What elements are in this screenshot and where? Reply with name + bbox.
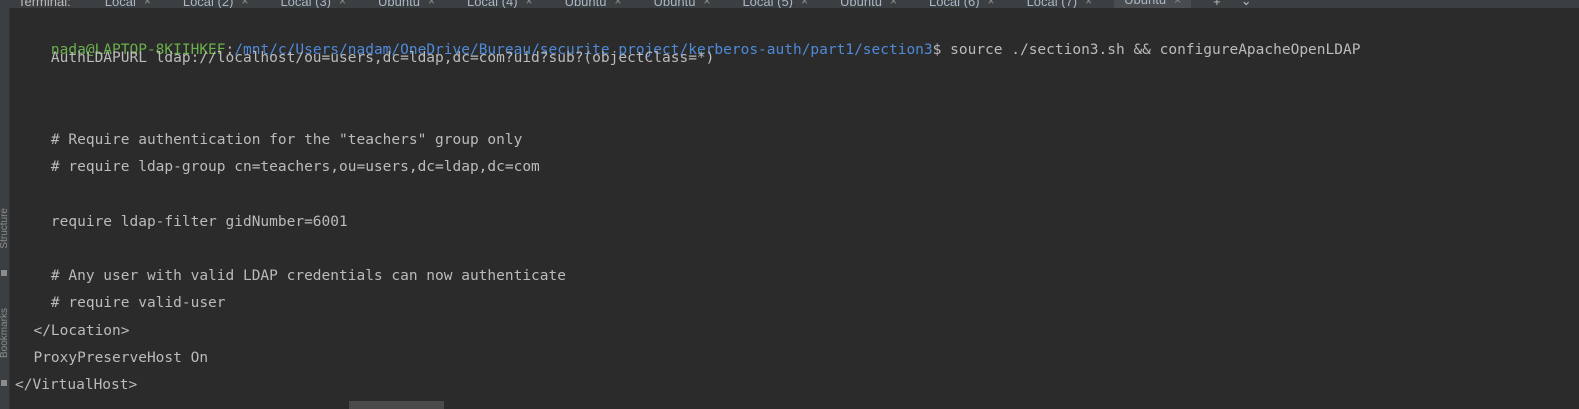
terminal-tool-title: Terminal:: [18, 0, 71, 8]
bookmarks-icon[interactable]: [1, 380, 7, 386]
terminal-output[interactable]: nada@LAPTOP-8KIIHKEF:/mnt/c/Users/nadam/…: [10, 8, 1579, 401]
terminal-tab[interactable]: Ubuntu ×: [368, 0, 445, 8]
tab-label: Ubuntu: [564, 0, 607, 8]
output-line: </VirtualHost>: [15, 377, 138, 393]
close-tab-icon[interactable]: ×: [241, 0, 248, 8]
tab-label: Local: [104, 0, 136, 8]
tab-label: Local (3): [280, 0, 332, 8]
scrollbar-thumb[interactable]: [349, 401, 444, 409]
terminal-tab[interactable]: Ubuntu ×: [644, 0, 721, 8]
tab-label: Local (7): [1026, 0, 1078, 8]
close-tab-icon[interactable]: ×: [339, 0, 346, 8]
output-line: AuthLDAPURL ldap://localhost/ou=users,dc…: [16, 50, 715, 66]
tab-label: Local (5): [742, 0, 794, 8]
tab-label: Local (4): [466, 0, 518, 8]
close-tab-icon[interactable]: ×: [988, 0, 995, 8]
output-line: require ldap-filter gidNumber=6001: [16, 214, 348, 230]
tab-label: Ubuntu: [378, 0, 420, 8]
terminal-tab[interactable]: Ubuntu ×: [555, 0, 632, 8]
structure-tool-button[interactable]: Structure: [0, 208, 10, 249]
prompt-command: source ./section3.sh && configureApacheO…: [950, 42, 1361, 58]
output-line: ProxyPreserveHost On: [16, 350, 209, 366]
bookmarks-tool-button[interactable]: Bookmarks: [0, 308, 10, 358]
prompt-dollar: $: [932, 42, 951, 58]
terminal-tab[interactable]: Ubuntu ×: [830, 0, 907, 8]
terminal-tab[interactable]: Local (4) ×: [457, 0, 543, 8]
terminal-tab-bar: Terminal: Local × Local (2) × Local (3) × Ubun…: [0, 0, 1579, 8]
tab-label: Ubuntu: [653, 0, 696, 8]
terminal-tab[interactable]: Local ×: [95, 0, 161, 8]
close-tab-icon[interactable]: ×: [703, 0, 710, 8]
tab-label: Local (2): [182, 0, 234, 8]
output-line: # Any user with valid LDAP credentials c…: [16, 268, 566, 284]
tab-label: Local (6): [928, 0, 980, 8]
terminal-tab[interactable]: Local (5) ×: [732, 0, 818, 8]
terminal-tab[interactable]: Ubuntu ×: [1114, 0, 1192, 8]
terminal-tab[interactable]: Local (3) ×: [270, 0, 356, 8]
close-tab-icon[interactable]: ×: [801, 0, 808, 8]
output-line: </Location>: [16, 323, 130, 339]
prompt-line: nada@LAPTOP-8KIIHKEF:/mnt/c/Users/nadam/…: [16, 20, 1361, 58]
terminal-tab[interactable]: Local (2) ×: [173, 0, 259, 8]
close-tab-icon[interactable]: ×: [1085, 0, 1092, 8]
structure-icon[interactable]: [1, 270, 7, 276]
close-tab-icon[interactable]: ×: [428, 0, 435, 8]
close-tab-icon[interactable]: ×: [144, 0, 151, 8]
tab-label: Ubuntu: [1124, 0, 1166, 7]
close-tab-icon[interactable]: ×: [526, 0, 533, 8]
left-tool-strip: Structure Bookmarks: [0, 8, 10, 409]
close-tab-icon[interactable]: ×: [890, 0, 897, 8]
tab-label: Ubuntu: [840, 0, 882, 8]
close-tab-icon[interactable]: ×: [614, 0, 621, 8]
output-line: # require valid-user: [16, 295, 226, 311]
output-line: # require ldap-group cn=teachers,ou=user…: [16, 159, 540, 175]
chevron-down-icon[interactable]: ⌄: [1241, 0, 1252, 8]
new-tab-plus-icon[interactable]: +: [1213, 0, 1221, 8]
close-tab-icon[interactable]: ×: [1174, 0, 1181, 7]
horizontal-scrollbar[interactable]: [10, 401, 1579, 409]
terminal-tab[interactable]: Local (7) ×: [1017, 0, 1103, 8]
terminal-tab[interactable]: Local (6) ×: [919, 0, 1005, 8]
tab-strip: Terminal: Local × Local (2) × Local (3) × Ubun…: [18, 0, 1262, 8]
output-line: # Require authentication for the "teache…: [16, 132, 523, 148]
